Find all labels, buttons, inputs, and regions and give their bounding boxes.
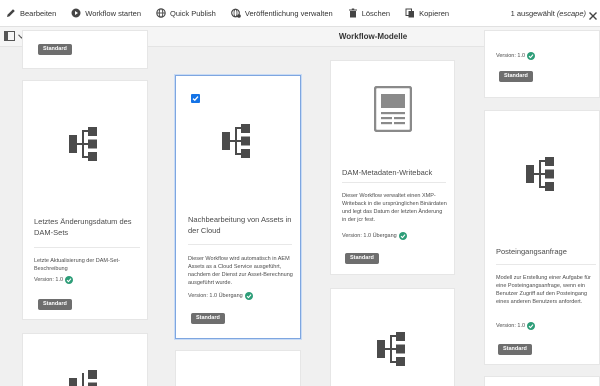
edit-button[interactable]: Bearbeiten [0, 0, 60, 27]
card-version: Version: 1.0 [496, 322, 536, 330]
standard-badge: Standard [345, 253, 379, 264]
close-selection-icon[interactable] [588, 8, 598, 20]
card-version: Version: 1.0 Übergang [188, 292, 253, 300]
workflow-thumbnail [485, 149, 599, 199]
workflow-model-icon [69, 127, 97, 161]
card-description: Letzte Aktualisierung der DAM-Set-Beschr… [34, 258, 120, 272]
delete-button[interactable]: Löschen [342, 0, 394, 27]
card-version: Version: 1.0 [34, 276, 74, 284]
document-icon [373, 86, 412, 132]
card-description: Dieser Workflow wird automatisch in AEM … [188, 256, 293, 286]
workflow-model-icon [376, 332, 405, 366]
workflow-card[interactable] [22, 333, 148, 386]
standard-badge: Standard [191, 313, 225, 324]
workflow-model-icon [222, 124, 250, 158]
card-title: Nachbearbeitung von Assets in der Cloud [188, 215, 292, 235]
selected-count: 1 ausgewählt [510, 9, 555, 18]
workflow-thumbnail [331, 329, 454, 369]
check-circle-icon [527, 52, 536, 60]
card-divider [496, 264, 596, 265]
check-circle-icon [398, 232, 407, 240]
check-circle-icon [65, 276, 74, 284]
sidebar-icon [4, 31, 15, 41]
manage-publication-label: Veröffentlichung verwalten [244, 8, 333, 18]
card-description: Modell zur Erstellung einer Aufgabe für … [496, 275, 591, 305]
action-bar: Bearbeiten Workflow starten Quick Publis… [0, 0, 600, 27]
standard-badge: Standard [38, 299, 72, 310]
workflow-thumbnail [331, 81, 454, 137]
check-circle-icon [244, 292, 253, 300]
card-description: Dieser Workflow verwaltet einen XMP-Writ… [342, 193, 447, 223]
card-title: DAM-Metadaten-Writeback [342, 168, 433, 177]
globe-icon [155, 7, 167, 19]
edit-label: Bearbeiten [20, 8, 57, 18]
quick-publish-button[interactable]: Quick Publish [150, 0, 220, 27]
quick-publish-label: Quick Publish [170, 8, 216, 18]
card-title: Letztes Änderungsdatum des DAM-Sets [34, 217, 132, 237]
workflow-card-cloud-postprocessing[interactable]: Nachbearbeitung von Assets in der Cloud … [175, 75, 301, 339]
globe-gear-icon [230, 7, 242, 19]
selected-checkbox[interactable] [191, 94, 200, 103]
play-circle-icon [70, 7, 82, 19]
copy-button[interactable]: Kopieren [399, 0, 453, 27]
workflow-card-dam-set-modified[interactable]: Letztes Änderungsdatum des DAM-Sets Letz… [22, 80, 148, 320]
workflow-card-inbox-request[interactable]: Posteingangsanfrage Modell zur Erstellun… [484, 110, 600, 365]
check-circle-icon [527, 322, 536, 330]
copy-label: Kopieren [419, 8, 450, 18]
selection-info: 1 ausgewählt (escape) [511, 0, 586, 27]
card-divider [188, 244, 292, 245]
trash-icon [347, 7, 359, 19]
workflow-model-icon [526, 157, 554, 191]
card-version: Version: 1.0 Übergang [342, 232, 407, 240]
workflow-thumbnail [23, 119, 147, 169]
delete-label: Löschen [361, 8, 391, 18]
standard-badge: Standard [38, 44, 72, 55]
workflow-card-dam-metadata-writeback[interactable]: DAM-Metadaten-Writeback Dieser Workflow … [330, 60, 455, 275]
manage-publication-button[interactable]: Veröffentlichung verwalten [225, 0, 337, 27]
workflow-card[interactable] [484, 376, 600, 386]
start-workflow-button[interactable]: Workflow starten [65, 0, 145, 27]
workflow-card[interactable] [330, 288, 455, 386]
card-divider [342, 182, 446, 183]
workflow-model-icon [69, 370, 97, 386]
copy-icon [404, 7, 416, 19]
card-version: Version: 1.0 [496, 52, 536, 60]
workflow-card[interactable] [175, 350, 301, 386]
pencil-icon [5, 7, 17, 19]
workflow-card[interactable]: Standard [22, 30, 148, 69]
workflow-thumbnail [176, 116, 300, 166]
workflow-thumbnail [23, 370, 147, 386]
standard-badge: Standard [499, 71, 533, 82]
card-divider [34, 247, 140, 248]
escape-hint: (escape) [556, 9, 586, 18]
standard-badge: Standard [498, 344, 532, 355]
card-title: Posteingangsanfrage [496, 247, 567, 256]
workflow-card[interactable]: Version: 1.0 Standard [484, 30, 600, 98]
start-workflow-label: Workflow starten [85, 8, 141, 18]
